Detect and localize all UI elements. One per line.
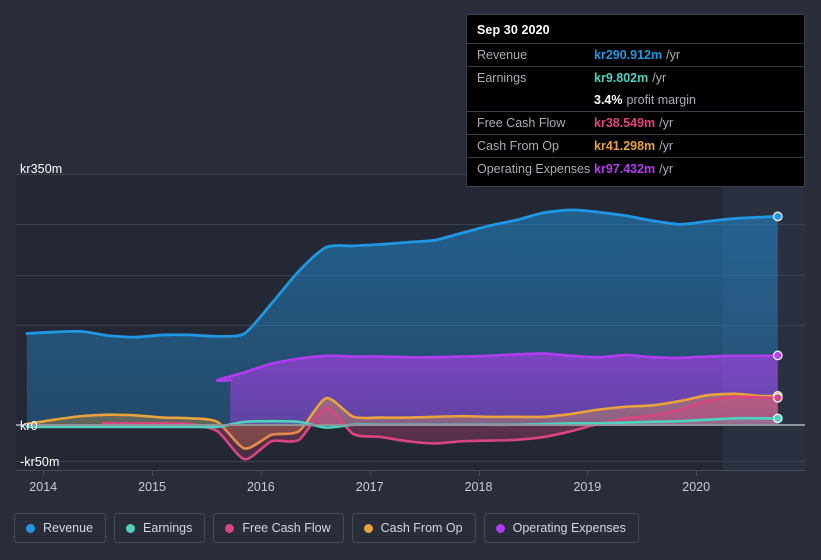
tooltip-row-value: kr9.802m	[594, 71, 649, 85]
tooltip-row-value: 3.4%	[594, 93, 623, 107]
legend-color-dot-icon	[495, 523, 505, 533]
y-axis-label: -kr50m	[20, 455, 60, 469]
tooltip-row: Revenue kr290.912m/yr	[467, 43, 804, 66]
tooltip-row: 3.4% profit margin	[467, 89, 804, 111]
tooltip-row: Earnings kr9.802m/yr	[467, 66, 804, 89]
tooltip-row-label: Earnings	[477, 71, 527, 85]
legend-item-cash-from-op[interactable]: Cash From Op	[351, 513, 476, 543]
x-axis-tick	[43, 470, 45, 476]
tooltip-row-value: kr38.549m	[594, 116, 656, 130]
x-axis-tick	[587, 470, 589, 476]
endpoint-marker-free-cash-flow	[772, 392, 783, 403]
legend-item-earnings[interactable]: Earnings	[114, 513, 206, 543]
tooltip-row-unit: profit margin	[626, 93, 696, 107]
tooltip-row-label: Cash From Op	[477, 139, 559, 153]
tooltip-row: Operating Expenses kr97.432m/yr	[467, 157, 804, 180]
endpoint-marker-revenue	[772, 211, 783, 222]
tooltip-row-label: Operating Expenses	[477, 162, 591, 176]
tooltip-row: Cash From Op kr41.298m/yr	[467, 134, 804, 157]
legend-item-label: Operating Expenses	[512, 521, 626, 535]
endpoint-marker-operating-expenses	[772, 350, 783, 361]
legend-color-dot-icon	[126, 523, 136, 533]
legend-item-revenue[interactable]: Revenue	[14, 513, 107, 543]
x-axis-label: 2016	[246, 480, 275, 494]
tooltip-row-label: Free Cash Flow	[477, 116, 566, 130]
tooltip-row-value: kr290.912m	[594, 48, 663, 62]
financial-area-chart: kr350m kr0 -kr50m 2014 2015 2016 2017 2018 2019…	[0, 0, 821, 560]
legend-item-free-cash-flow[interactable]: Free Cash Flow	[213, 513, 344, 543]
tooltip-row-value: kr41.298m	[594, 139, 656, 153]
x-axis-label: 2017	[355, 480, 384, 494]
tooltip-row-unit: /yr	[666, 48, 681, 62]
tooltip-row-unit: /yr	[659, 116, 674, 130]
tooltip-row: Free Cash Flow kr38.549m/yr	[467, 111, 804, 134]
tooltip-row-value-group: kr97.432m/yr	[594, 160, 673, 178]
x-axis-label: 2018	[464, 480, 493, 494]
tooltip-row-unit: /yr	[652, 71, 667, 85]
tooltip-row-value-group: kr9.802m/yr	[594, 69, 666, 87]
x-axis-label: 2015	[138, 480, 166, 494]
x-axis-tick	[369, 470, 371, 476]
endpoint-marker-earnings	[772, 413, 783, 424]
tooltip-row-value-group: kr38.549m/yr	[594, 114, 673, 132]
legend-color-dot-icon	[363, 523, 373, 533]
tooltip-row-unit: /yr	[659, 162, 674, 176]
legend-item-label: Earnings	[143, 521, 193, 535]
y-axis-label: kr0	[20, 419, 38, 433]
y-axis-label: kr350m	[20, 162, 63, 176]
tooltip-row-value: kr97.432m	[594, 162, 656, 176]
legend-item-label: Revenue	[43, 521, 94, 535]
tooltip-row-label: Revenue	[477, 48, 528, 62]
x-axis-line	[16, 470, 805, 471]
x-axis-tick	[260, 470, 262, 476]
x-axis-label: 2020	[682, 480, 711, 494]
tooltip-rows: Revenue kr290.912m/yr Earnings kr9.802m/yr 3…	[467, 43, 804, 180]
tooltip-row-value-group: 3.4% profit margin	[594, 91, 696, 109]
x-axis-tick	[152, 470, 154, 476]
legend-item-label: Free Cash Flow	[242, 521, 331, 535]
data-tooltip: Sep 30 2020 Revenue kr290.912m/yr Earnings…	[466, 14, 805, 187]
tooltip-row-value-group: kr41.298m/yr	[594, 137, 673, 155]
legend-color-dot-icon	[26, 523, 35, 533]
chart-legend: Revenue Earnings Free Cash Flow Cash From O…	[14, 513, 639, 543]
tooltip-row-unit: /yr	[659, 139, 674, 153]
tooltip-row-value-group: kr290.912m/yr	[594, 46, 680, 64]
x-axis-tick	[478, 470, 480, 476]
tooltip-date: Sep 30 2020	[477, 23, 550, 37]
legend-item-label: Cash From Op	[380, 521, 463, 535]
legend-color-dot-icon	[225, 523, 235, 533]
plot-area	[16, 174, 805, 470]
x-axis-label: 2019	[573, 480, 602, 494]
x-axis-tick	[696, 470, 698, 476]
zero-baseline	[16, 424, 805, 427]
legend-item-operating-expenses[interactable]: Operating Expenses	[483, 513, 639, 543]
x-axis-label: 2014	[29, 480, 58, 494]
